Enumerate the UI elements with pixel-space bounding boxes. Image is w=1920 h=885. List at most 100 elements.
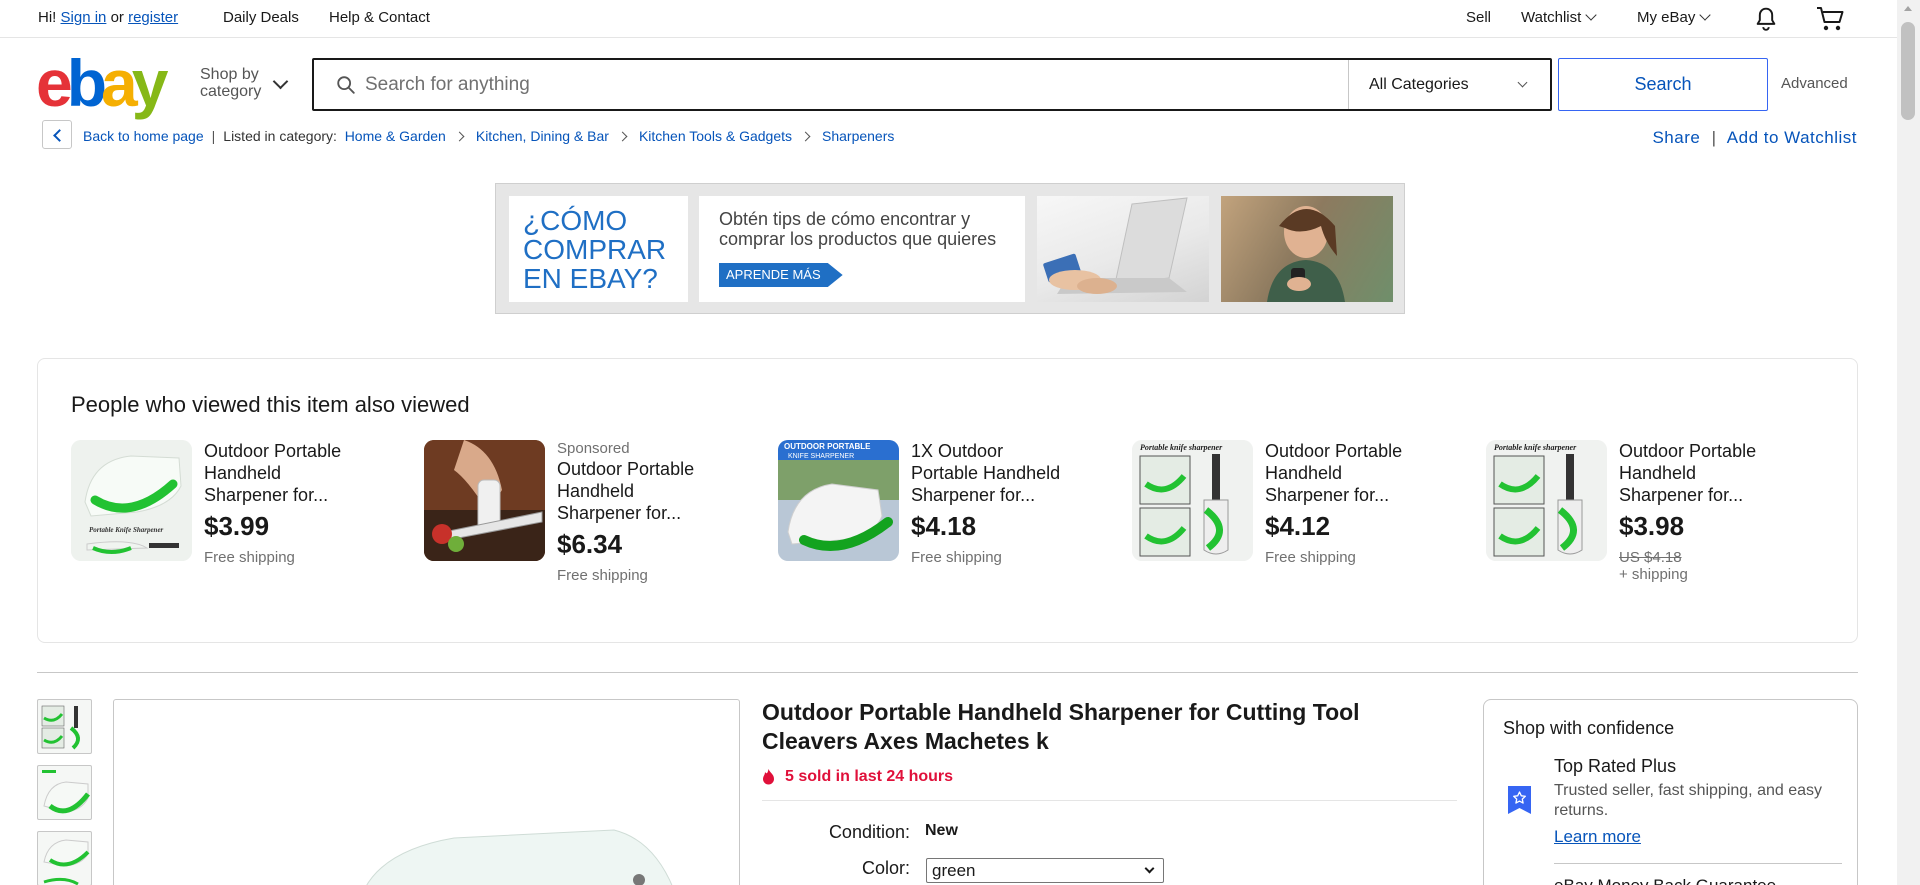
- also-viewed-carousel: People who viewed this item also viewed …: [37, 358, 1858, 643]
- search-icon: [337, 75, 355, 94]
- search-input-wrapper: [314, 60, 1348, 109]
- my-ebay-menu[interactable]: My eBay: [1637, 9, 1712, 26]
- shop-by-category-button[interactable]: Shop by category: [200, 66, 261, 100]
- section-title: People who viewed this item also viewed: [71, 392, 470, 417]
- flame-icon: [763, 769, 774, 785]
- watchlist-menu[interactable]: Watchlist: [1521, 9, 1597, 26]
- color-label: Color:: [861, 858, 910, 878]
- woman-phone-photo: [1221, 196, 1393, 302]
- breadcrumb: Back to home page | Listed in category: …: [83, 128, 894, 144]
- page-scrollbar[interactable]: [1897, 0, 1920, 885]
- chevron-down-icon: [1585, 9, 1597, 21]
- chevron-down-icon: [272, 73, 289, 90]
- category-label: category: [200, 83, 262, 100]
- color-select[interactable]: green: [926, 858, 1164, 883]
- product-card[interactable]: Sponsored Outdoor Portable Handheld Shar…: [391, 440, 721, 610]
- panel-divider: [1554, 863, 1842, 864]
- gallery-thumbnail[interactable]: [37, 831, 92, 885]
- product-info: Outdoor Portable Handheld Sharpener for.…: [1619, 440, 1799, 583]
- scrollbar-thumb[interactable]: [1901, 22, 1915, 120]
- chevron-right-icon: [800, 131, 811, 141]
- main-product-image[interactable]: [113, 699, 740, 885]
- shipping-text: Free shipping: [557, 567, 648, 584]
- scroll-up-arrow-icon[interactable]: [1904, 6, 1912, 11]
- product-card[interactable]: OUTDOOR PORTABLE KNIFE SHARPENER 1X Outd…: [745, 440, 1075, 610]
- gallery-thumbnail[interactable]: [37, 765, 92, 820]
- shipping-text: Free shipping: [911, 549, 1002, 566]
- greeting-text: Hi!: [38, 9, 57, 26]
- details-divider: [762, 800, 1457, 801]
- product-info: Sponsored Outdoor Portable Handheld Shar…: [557, 440, 737, 584]
- gallery-thumbnail[interactable]: [37, 699, 92, 754]
- breadcrumb-kitchen-dining-bar[interactable]: Kitchen, Dining & Bar: [476, 128, 609, 144]
- sign-in-link[interactable]: Sign in: [61, 9, 107, 26]
- product-info: 1X Outdoor Portable Handheld Sharpener f…: [911, 440, 1091, 566]
- sharpener-outdoor-image: OUTDOOR PORTABLE KNIFE SHARPENER: [778, 440, 899, 561]
- color-select-value: green: [932, 861, 976, 880]
- advanced-search-link[interactable]: Advanced: [1781, 75, 1848, 92]
- back-to-home-link[interactable]: Back to home page: [83, 128, 204, 144]
- register-link[interactable]: register: [128, 9, 178, 26]
- product-image[interactable]: OUTDOOR PORTABLE KNIFE SHARPENER: [778, 440, 899, 561]
- product-title[interactable]: Outdoor Portable Handheld Sharpener for.…: [1265, 440, 1445, 506]
- top-rated-plus-icon: [1508, 786, 1531, 814]
- product-title[interactable]: Outdoor Portable Handheld Sharpener for.…: [557, 458, 737, 524]
- breadcrumb-kitchen-tools[interactable]: Kitchen Tools & Gadgets: [639, 128, 792, 144]
- search-button[interactable]: Search: [1558, 58, 1768, 111]
- share-watchlist-links: Share | Add to Watchlist: [1652, 128, 1857, 148]
- product-title[interactable]: Outdoor Portable Handheld Sharpener for.…: [204, 440, 384, 506]
- shipping-text: Free shipping: [204, 549, 295, 566]
- banner-cta-button[interactable]: APRENDE MÁS: [719, 263, 843, 287]
- chevron-down-icon: [1699, 9, 1712, 21]
- product-title[interactable]: 1X Outdoor Portable Handheld Sharpener f…: [911, 440, 1091, 506]
- category-select-value: All Categories: [1369, 75, 1469, 93]
- top-navigation-bar: Hi! Sign in or register Daily Deals Help…: [0, 0, 1897, 38]
- product-card[interactable]: Portable knife sharpener Outdoor Portabl…: [1453, 440, 1783, 610]
- money-back-guarantee-title: eBay Money Back Guarantee: [1554, 876, 1776, 885]
- thumbnail-image: [43, 839, 90, 885]
- product-image[interactable]: Portable knife sharpener: [1132, 440, 1253, 561]
- product-image[interactable]: [424, 440, 545, 561]
- product-image[interactable]: Portable knife sharpener: [1486, 440, 1607, 561]
- add-to-watchlist-link[interactable]: Add to Watchlist: [1727, 128, 1857, 147]
- product-price: $4.12: [1265, 511, 1331, 541]
- chevron-right-icon: [617, 131, 628, 141]
- top-rated-plus-title: Top Rated Plus: [1554, 756, 1677, 776]
- learn-more-link[interactable]: Learn more: [1554, 827, 1641, 847]
- product-card[interactable]: Portable Knife Sharpener Outdoor Portabl…: [38, 440, 368, 610]
- back-arrow-button[interactable]: [42, 120, 72, 149]
- breadcrumb-home-garden[interactable]: Home & Garden: [345, 128, 446, 144]
- help-contact-link[interactable]: Help & Contact: [329, 9, 430, 26]
- product-image[interactable]: Portable Knife Sharpener: [71, 440, 192, 561]
- original-price: US $4.18: [1619, 549, 1682, 566]
- image-caption: Portable Knife Sharpener: [89, 526, 164, 534]
- product-info: Outdoor Portable Handheld Sharpener for.…: [204, 440, 384, 566]
- product-title[interactable]: Outdoor Portable Handheld Sharpener for.…: [1619, 440, 1799, 506]
- daily-deals-link[interactable]: Daily Deals: [223, 9, 299, 26]
- chevron-down-icon: [1144, 863, 1155, 874]
- image-caption: Portable knife sharpener: [1494, 443, 1577, 452]
- panel-title: Shop with confidence: [1503, 718, 1675, 738]
- breadcrumb-sharpeners[interactable]: Sharpeners: [822, 128, 894, 144]
- laptop-card-image: [1037, 196, 1209, 302]
- product-price: $3.98: [1619, 511, 1685, 541]
- sponsored-label: Sponsored: [557, 440, 630, 457]
- my-ebay-label: My eBay: [1637, 9, 1696, 26]
- product-photo: [366, 829, 673, 885]
- shipping-text: + shipping: [1619, 566, 1688, 583]
- sharpener-image: Portable Knife Sharpener: [71, 440, 192, 561]
- thumbnail-image: [42, 770, 90, 814]
- sell-link[interactable]: Sell: [1466, 9, 1491, 26]
- category-select[interactable]: All Categories: [1348, 60, 1550, 109]
- bell-icon[interactable]: [1753, 6, 1779, 32]
- watchlist-label: Watchlist: [1521, 9, 1582, 26]
- product-card[interactable]: Portable knife sharpener Outdoor Portabl…: [1099, 440, 1429, 610]
- cart-icon[interactable]: [1815, 5, 1845, 33]
- sold-count-badge: 5 sold in last 24 hours: [762, 768, 953, 786]
- promo-banner[interactable]: ¿CÓMO COMPRAR EN EBAY? Obtén tips de cóm…: [495, 183, 1405, 314]
- sharpener-grid-image: Portable knife sharpener: [1486, 440, 1607, 561]
- ebay-logo[interactable]: ebay: [36, 50, 168, 116]
- search-input[interactable]: [357, 60, 1348, 109]
- or-text: or: [110, 9, 124, 26]
- share-link[interactable]: Share: [1652, 128, 1700, 147]
